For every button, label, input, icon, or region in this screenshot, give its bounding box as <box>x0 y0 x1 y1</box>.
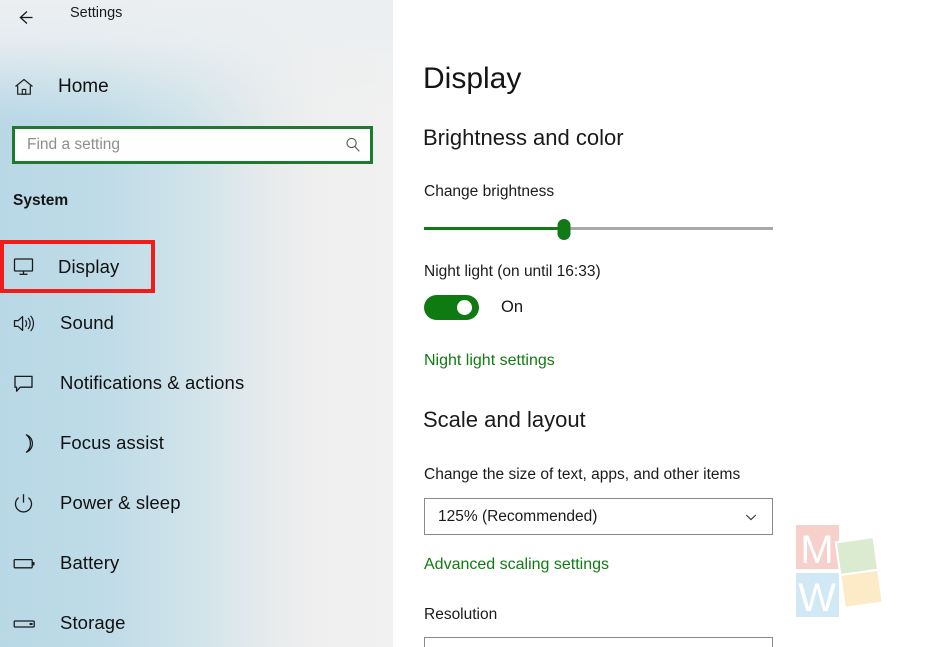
section-heading-scale: Scale and layout <box>423 407 586 432</box>
sidebar-item-sound[interactable]: Sound <box>0 293 393 353</box>
sidebar-nav-list: Display Sound Notifications & actions Fo… <box>0 240 393 647</box>
sidebar-item-notifications[interactable]: Notifications & actions <box>0 353 393 413</box>
toggle-knob <box>457 300 472 315</box>
content-panel: Display Brightness and color Change brig… <box>393 0 933 647</box>
storage-icon <box>12 612 42 635</box>
search-input[interactable] <box>15 129 370 161</box>
back-arrow-icon[interactable] <box>10 2 40 32</box>
brightness-slider-label: Change brightness <box>424 183 555 200</box>
sidebar-item-focus-assist[interactable]: Focus assist <box>0 413 393 473</box>
sidebar-item-label-sound: Sound <box>60 312 114 333</box>
brightness-slider[interactable] <box>424 219 773 240</box>
sidebar-item-power-sleep[interactable]: Power & sleep <box>0 473 393 533</box>
night-light-settings-link[interactable]: Night light settings <box>424 352 555 370</box>
slider-thumb[interactable] <box>557 219 571 240</box>
battery-icon <box>12 552 42 575</box>
chevron-down-icon <box>744 510 758 524</box>
night-light-toggle-row: On <box>424 295 523 320</box>
svg-text:W: W <box>798 576 836 620</box>
night-light-state-label: On <box>501 298 524 316</box>
watermark-logo: M W <box>792 523 888 623</box>
sidebar-item-label-power-sleep: Power & sleep <box>60 492 181 513</box>
title-bar: Settings <box>0 0 393 34</box>
resolution-label: Resolution <box>424 606 498 623</box>
sidebar: Settings Home System <box>0 0 393 647</box>
sidebar-item-label-display: Display <box>58 255 120 277</box>
window-title: Settings <box>70 5 123 21</box>
sidebar-item-label-battery: Battery <box>60 552 120 573</box>
moon-icon <box>12 432 42 455</box>
advanced-scaling-settings-link[interactable]: Advanced scaling settings <box>424 556 609 574</box>
chat-bubble-icon <box>12 372 42 395</box>
sidebar-item-label-notifications: Notifications & actions <box>60 372 245 393</box>
svg-text:M: M <box>800 528 833 572</box>
settings-window: Settings Home System <box>0 0 933 647</box>
sidebar-group-header: System <box>13 192 69 209</box>
monitor-icon <box>12 255 42 278</box>
night-light-label: Night light (on until 16:33) <box>424 263 601 280</box>
slider-fill <box>424 227 564 230</box>
speaker-icon <box>12 312 42 335</box>
resolution-dropdown[interactable] <box>424 637 773 647</box>
sidebar-item-label-focus-assist: Focus assist <box>60 432 165 453</box>
sidebar-item-storage[interactable]: Storage <box>0 593 393 647</box>
sidebar-item-label-home: Home <box>58 76 109 97</box>
page-title: Display <box>423 62 522 95</box>
sidebar-item-battery[interactable]: Battery <box>0 533 393 593</box>
section-heading-brightness: Brightness and color <box>423 125 624 150</box>
home-icon <box>12 75 36 99</box>
scale-dropdown[interactable]: 125% (Recommended) <box>424 498 773 535</box>
sidebar-item-display[interactable]: Display <box>0 240 155 293</box>
sidebar-item-label-storage: Storage <box>60 612 126 633</box>
sidebar-item-home[interactable]: Home <box>0 68 393 106</box>
night-light-toggle[interactable] <box>424 295 479 320</box>
scale-dropdown-label: Change the size of text, apps, and other… <box>424 466 741 483</box>
scale-dropdown-value: 125% (Recommended) <box>438 507 598 525</box>
power-icon <box>12 492 42 515</box>
search-box[interactable] <box>12 126 373 164</box>
